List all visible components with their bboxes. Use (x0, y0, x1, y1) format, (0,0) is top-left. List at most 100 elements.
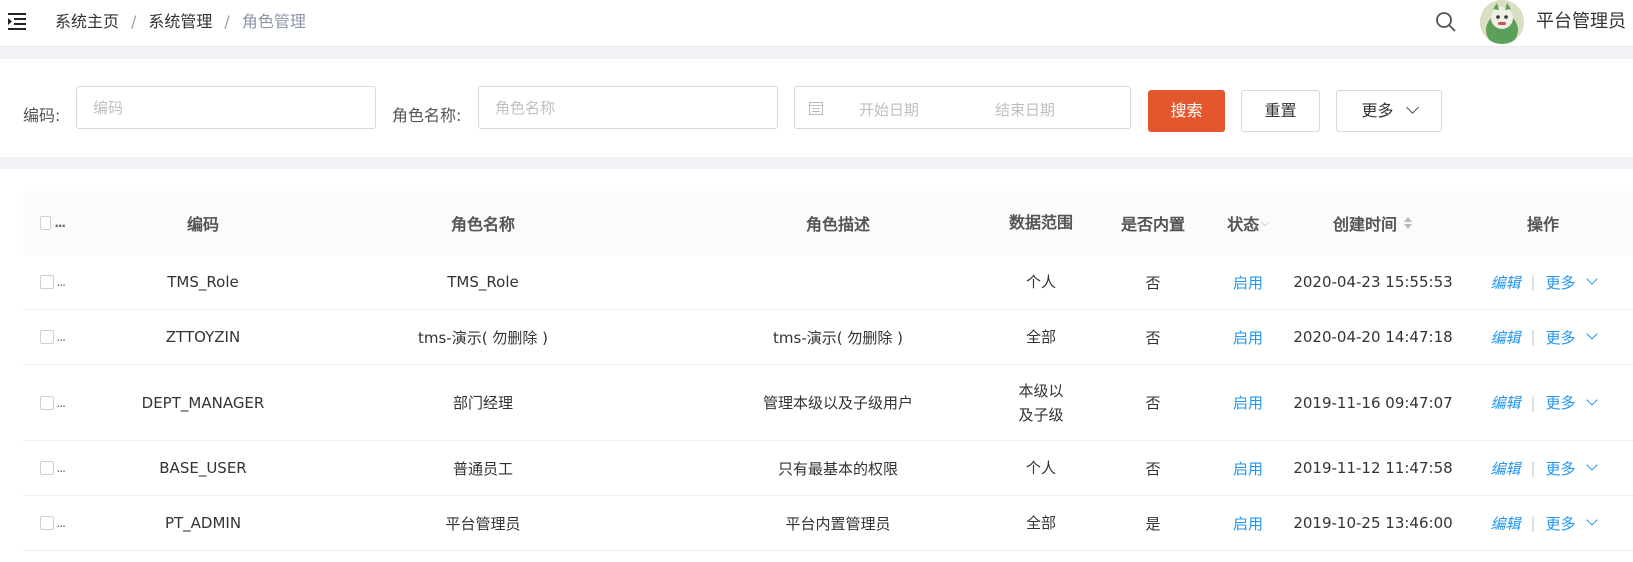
menu-fold-icon[interactable] (8, 12, 28, 30)
row-select-cell: ... (23, 255, 67, 309)
chevron-down-icon[interactable] (1585, 328, 1598, 340)
edit-link[interactable]: 编辑 (1490, 272, 1520, 293)
row-checkbox[interactable] (40, 461, 54, 475)
table-row: ... DEPT_MANAGER 部门经理 管理本级以及子级用户 本级以及子级 … (23, 365, 1633, 441)
cell-data-range: 全部 (1025, 514, 1056, 532)
cell-created-time: 2020-04-20 14:47:18 (1293, 328, 1453, 346)
status-toggle-link[interactable]: 启用 (1233, 458, 1263, 479)
cell-builtin: 是 (1145, 514, 1161, 533)
role-name-filter-input[interactable] (478, 86, 778, 129)
cell-status: 启用 (1208, 441, 1288, 495)
chevron-down-icon (1405, 101, 1419, 114)
filter-panel: 编码: 角色名称: 开始日期 结束日期 搜索 重置 更多 (0, 59, 1633, 157)
status-toggle-link[interactable]: 启用 (1233, 392, 1263, 413)
cell-builtin: 否 (1145, 328, 1161, 347)
edit-link[interactable]: 编辑 (1490, 513, 1520, 534)
cell-builtin: 否 (1145, 273, 1161, 292)
chevron-down-icon[interactable] (1585, 273, 1598, 285)
cell-role-desc: 只有最基本的权限 (777, 459, 898, 478)
header-role-name: 角色名称 (450, 215, 515, 234)
edit-link[interactable]: 编辑 (1490, 327, 1520, 348)
header-created-label: 创建时间 (1332, 215, 1397, 234)
select-all-checkbox[interactable] (40, 216, 52, 230)
header-created-time[interactable]: 创建时间 (1288, 191, 1458, 255)
search-icon[interactable] (1435, 11, 1457, 33)
header-status[interactable]: 状态 ⌵ (1208, 191, 1288, 255)
row-ellipsis: ... (56, 275, 67, 289)
cell-created-time: 2019-10-25 13:46:00 (1293, 514, 1453, 532)
cell-role-desc (643, 255, 1033, 309)
cell-operations: 编辑 | 更多 (1443, 496, 1633, 550)
code-filter-input[interactable] (76, 86, 376, 129)
cell-created-time: 2020-04-23 15:55:53 (1293, 273, 1453, 291)
cell-operations: 编辑 | 更多 (1443, 255, 1633, 309)
user-name[interactable]: 平台管理员 (1536, 0, 1626, 44)
row-ellipsis: ... (56, 461, 67, 475)
row-ellipsis: ... (56, 330, 67, 344)
row-more-link[interactable]: 更多 (1546, 272, 1576, 293)
breadcrumb-separator: / (131, 12, 137, 31)
header-builtin: 是否内置 (1120, 215, 1185, 234)
cell-data-range: 个人 (1025, 459, 1056, 477)
cell-data-range: 全部 (1025, 328, 1056, 346)
cell-code: BASE_USER (159, 459, 247, 477)
avatar[interactable] (1480, 0, 1524, 44)
cell-builtin: 否 (1145, 394, 1161, 412)
cell-role-name: 平台管理员 (445, 514, 521, 533)
status-toggle-link[interactable]: 启用 (1233, 272, 1263, 293)
table-header-row: ... 编码 角色名称 角色描述 数据范围 是否内置 状态 ⌵ 创建时间 操作 (23, 191, 1633, 255)
ops-divider: | (1530, 393, 1536, 412)
chevron-down-icon[interactable] (1585, 393, 1598, 406)
breadcrumb-separator: / (224, 12, 230, 31)
code-filter-label: 编码: (23, 106, 61, 125)
row-checkbox[interactable] (40, 395, 54, 410)
cell-code: ZTTOYZIN (165, 328, 241, 346)
row-ellipsis: ... (56, 516, 67, 530)
search-button[interactable]: 搜索 (1148, 90, 1225, 132)
date-end-input[interactable]: 结束日期 (995, 99, 1055, 120)
reset-button[interactable]: 重置 (1241, 90, 1320, 132)
date-range-picker[interactable]: 开始日期 结束日期 (794, 86, 1131, 129)
breadcrumb-system[interactable]: 系统管理 (148, 0, 212, 43)
cell-created-time: 2019-11-16 09:47:07 (1293, 393, 1453, 412)
header-data-range: 数据范围 (1008, 213, 1073, 232)
chevron-down-icon[interactable] (1585, 514, 1598, 526)
cell-data-range: 本级以及子级 (1018, 381, 1064, 424)
breadcrumb-home[interactable]: 系统主页 (55, 0, 119, 43)
row-more-link[interactable]: 更多 (1546, 513, 1576, 534)
edit-link[interactable]: 编辑 (1490, 458, 1520, 479)
more-filters-button[interactable]: 更多 (1336, 90, 1442, 132)
sort-icon[interactable] (1403, 216, 1413, 230)
cell-builtin: 否 (1145, 459, 1161, 478)
filter-icon[interactable]: ⌵ (1261, 218, 1269, 229)
chevron-down-icon[interactable] (1585, 459, 1598, 471)
row-select-cell: ... (23, 365, 67, 440)
cell-code: PT_ADMIN (164, 514, 242, 532)
status-toggle-link[interactable]: 启用 (1233, 327, 1263, 348)
cell-code: TMS_Role (167, 273, 239, 291)
cell-operations: 编辑 | 更多 (1443, 365, 1633, 440)
role-table-panel: ... 编码 角色名称 角色描述 数据范围 是否内置 状态 ⌵ 创建时间 操作 .… (0, 169, 1633, 562)
header-code: 编码 (186, 215, 219, 234)
row-more-link[interactable]: 更多 (1546, 327, 1576, 348)
row-checkbox[interactable] (40, 516, 54, 530)
table-row: ... TMS_Role TMS_Role 个人 否 启用 2020-04-23… (23, 255, 1633, 310)
cell-role-desc: 平台内置管理员 (785, 514, 891, 533)
status-toggle-link[interactable]: 启用 (1233, 513, 1263, 534)
row-more-link[interactable]: 更多 (1546, 458, 1576, 479)
cell-role-name: TMS_Role (447, 273, 519, 291)
row-checkbox[interactable] (40, 275, 54, 289)
cell-code: DEPT_MANAGER (141, 393, 265, 412)
cell-data-range: 个人 (1025, 273, 1056, 291)
row-checkbox[interactable] (40, 330, 54, 344)
edit-link[interactable]: 编辑 (1490, 392, 1520, 413)
row-ellipsis: ... (56, 395, 67, 410)
calendar-icon (809, 102, 823, 115)
ops-divider: | (1530, 273, 1536, 291)
row-select-cell: ... (23, 310, 67, 364)
avatar-image (1480, 0, 1524, 44)
cell-role-desc: 管理本级以及子级用户 (762, 394, 913, 412)
row-more-link[interactable]: 更多 (1546, 392, 1576, 413)
ops-divider: | (1530, 328, 1536, 346)
date-start-input[interactable]: 开始日期 (859, 99, 919, 120)
